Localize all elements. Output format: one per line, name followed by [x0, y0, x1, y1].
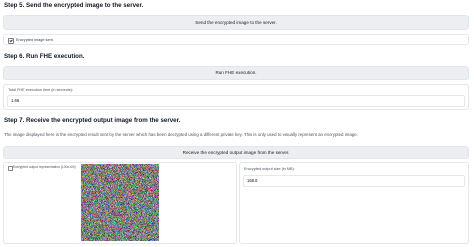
step7-heading: Step 7. Receive the encrypted output ima… — [4, 117, 181, 124]
send-encrypted-image-button[interactable]: Send the encrypted image to the server. — [3, 15, 469, 30]
fhe-time-value: 1.66 — [11, 98, 20, 103]
fhe-time-label: Total FHE execution time (in seconds): — [8, 88, 73, 92]
encrypted-output-image-label: Encrypted output representation (100x100… — [13, 165, 76, 169]
step7-description: The image displayed here is the encrypte… — [4, 132, 358, 137]
encrypted-output-size-label: Encrypted output size (in MB): — [244, 167, 295, 171]
receive-encrypted-output-button[interactable]: Receive the encrypted output image from … — [3, 146, 469, 159]
encrypted-image-sent-label: Encrypted image sent. — [16, 38, 54, 42]
page: Step 5. Send the encrypted image to the … — [0, 0, 474, 247]
encrypted-output-size-field[interactable] — [243, 175, 465, 187]
step5-heading: Step 5. Send the encrypted image to the … — [4, 2, 144, 9]
fhe-time-field[interactable] — [7, 95, 465, 107]
encrypted-output-image — [81, 164, 159, 241]
encrypted-image-sent-box — [3, 34, 469, 45]
step6-heading: Step 6. Run FHE execution. — [4, 53, 85, 60]
run-fhe-execution-button[interactable]: Run FHE execution. — [3, 66, 469, 80]
checkbox-checked-icon[interactable] — [8, 38, 14, 44]
encrypted-output-size-value: 168.6 — [247, 178, 258, 183]
